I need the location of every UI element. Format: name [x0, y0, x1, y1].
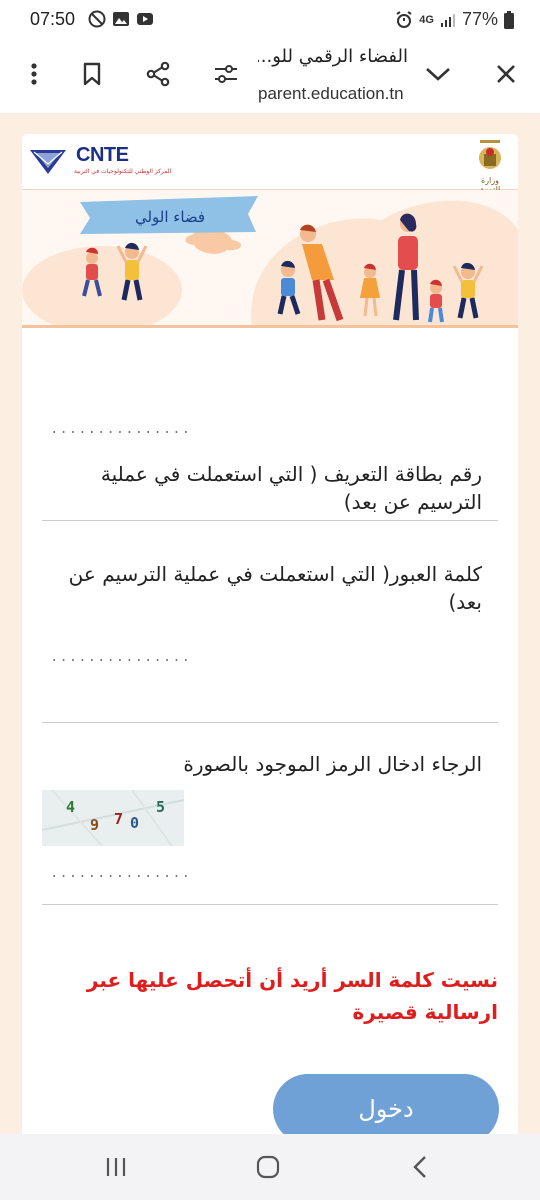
- cnte-subtitle: المركز الوطني للتكنولوجيات في التربية: [74, 168, 172, 175]
- page-title[interactable]: الفضاء الرقمي للو...: [258, 46, 408, 67]
- status-time: 07:50: [30, 9, 76, 29]
- id-number-value: ...............: [50, 422, 192, 438]
- login-card: CNTE المركز الوطني للتكنولوجيات في الترب…: [22, 134, 518, 1144]
- signal-icon: [440, 13, 455, 27]
- status-bar: 07:50 4G 77%: [0, 0, 540, 38]
- captcha-digit-5: 5: [156, 798, 166, 816]
- captcha-label: الرجاء ادخال الرمز الموجود بالصورة: [183, 752, 482, 776]
- dnd-icon: [88, 10, 106, 28]
- cnte-logo-text: CNTE: [76, 144, 129, 166]
- system-nav-bar: [0, 1134, 540, 1200]
- captcha-digit-1: 4: [66, 798, 76, 816]
- gallery-icon: [112, 10, 130, 28]
- hero-banner: فضاء الولي: [22, 190, 518, 328]
- battery-icon: [504, 10, 514, 29]
- cnte-logo: CNTE المركز الوطني للتكنولوجيات في الترب…: [28, 142, 172, 182]
- alarm-icon: [396, 10, 412, 28]
- share-icon[interactable]: [140, 56, 176, 92]
- password-underline: [42, 722, 498, 723]
- more-vert-icon[interactable]: [16, 56, 52, 92]
- home-icon[interactable]: [248, 1150, 288, 1184]
- ministry-emblem-icon: [479, 140, 501, 169]
- ministry-logo: وزارة التربية: [470, 138, 510, 194]
- bookmark-icon[interactable]: [74, 56, 110, 92]
- close-icon[interactable]: [488, 56, 524, 92]
- captcha-digit-2: 9: [90, 816, 100, 834]
- password-label: كلمة العبور( التي استعملت في عملية الترس…: [68, 562, 482, 614]
- status-right-icons: 4G 77%: [395, 9, 514, 30]
- captcha-digit-4: 0: [130, 814, 140, 832]
- page-settings-icon[interactable]: [208, 56, 244, 92]
- network-type: 4G: [419, 13, 434, 26]
- captcha-digit-3: 7: [114, 810, 124, 828]
- captcha-image: 4 9 7 0 5: [42, 790, 184, 846]
- captcha-underline: [42, 904, 498, 905]
- page-viewport: CNTE المركز الوطني للتكنولوجيات في الترب…: [0, 114, 540, 1144]
- password-value: ...............: [50, 650, 192, 666]
- back-icon[interactable]: [400, 1150, 440, 1184]
- cnte-emblem-icon: [30, 150, 66, 174]
- recent-apps-icon[interactable]: [96, 1150, 136, 1184]
- url-host[interactable]: parent.education.tn: [258, 84, 404, 104]
- captcha-value: ...............: [50, 866, 192, 882]
- id-number-underline: [42, 520, 498, 521]
- browser-toolbar: الفضاء الرقمي للو... parent.education.tn: [0, 38, 540, 114]
- banner-title: فضاء الولي: [134, 208, 206, 226]
- status-notification-icons: [88, 10, 154, 28]
- chevron-down-icon[interactable]: [420, 56, 456, 92]
- forgot-password-link[interactable]: نسيت كلمة السر أريد أن أتحصل عليها عبر ا…: [78, 964, 498, 1028]
- site-header: CNTE المركز الوطني للتكنولوجيات في الترب…: [22, 134, 518, 194]
- battery-percent: 77%: [461, 9, 498, 29]
- id-number-label: رقم بطاقة التعريف ( التي استعملت في عملي…: [100, 462, 482, 514]
- youtube-icon: [136, 10, 154, 28]
